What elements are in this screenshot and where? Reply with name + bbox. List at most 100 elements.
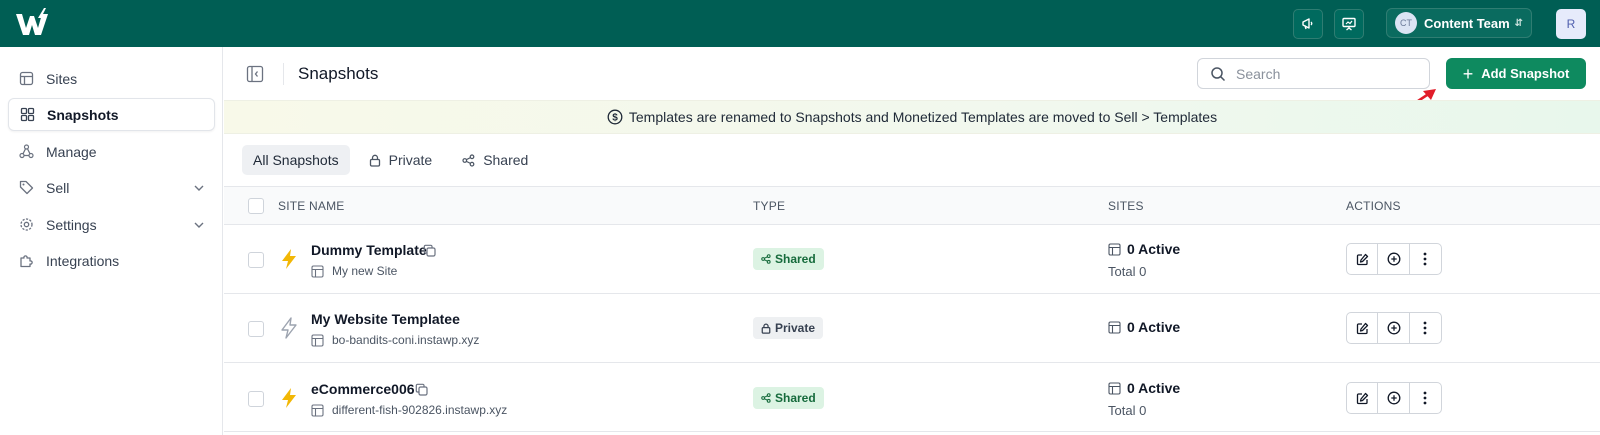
plus-icon: + <box>1462 63 1474 84</box>
snapshot-url: bo-bandits-coni.instawp.xyz <box>311 333 479 347</box>
chevron-down-icon <box>194 185 204 191</box>
add-snapshot-button[interactable]: + Add Snapshot <box>1446 58 1586 89</box>
grid-icon <box>19 107 35 123</box>
edit-icon <box>1356 253 1368 265</box>
tab-all-snapshots[interactable]: All Snapshots <box>242 145 350 175</box>
search-input[interactable] <box>1236 65 1416 82</box>
tab-label: Private <box>388 152 433 168</box>
column-sites: SITES <box>1108 199 1144 213</box>
more-vertical-icon <box>1423 321 1427 335</box>
edit-icon <box>1356 322 1368 334</box>
snapshot-url-text: different-fish-902826.instawp.xyz <box>332 403 508 417</box>
plus-circle-icon <box>1387 391 1400 405</box>
page-title: Snapshots <box>298 64 379 83</box>
sidebar-item-sell[interactable]: Sell <box>8 171 215 204</box>
header-divider <box>283 63 284 85</box>
column-site-name: SITE NAME <box>278 199 345 213</box>
edit-button[interactable] <box>1347 313 1379 343</box>
chevron-down-icon <box>194 222 204 228</box>
copy-icon[interactable] <box>423 244 436 257</box>
edit-button[interactable] <box>1347 244 1379 274</box>
row-actions <box>1346 382 1442 414</box>
layout-icon <box>1108 381 1121 395</box>
sites-active-text: 0 Active <box>1127 319 1181 335</box>
sites-active-text: 0 Active <box>1127 241 1181 257</box>
row-checkbox[interactable] <box>248 391 264 407</box>
create-site-button[interactable] <box>1378 244 1410 274</box>
dollar-circle-icon: $ <box>607 109 623 125</box>
top-bar: CT Content Team ⇵ R <box>0 0 1600 47</box>
team-selector[interactable]: CT Content Team ⇵ <box>1386 8 1532 38</box>
tab-shared[interactable]: Shared <box>451 145 539 175</box>
snapshot-url: My new Site <box>311 264 397 278</box>
copy-icon[interactable] <box>415 383 428 396</box>
bolt-outline-icon <box>281 317 297 339</box>
row-actions <box>1346 243 1442 275</box>
type-badge-shared: Shared <box>753 248 824 270</box>
layout-icon <box>311 333 324 347</box>
announcements-button[interactable] <box>1293 9 1323 39</box>
sites-active: 0 Active <box>1108 319 1180 335</box>
row-checkbox[interactable] <box>248 321 264 337</box>
megaphone-icon <box>1302 18 1313 30</box>
sidebar-collapse-icon[interactable] <box>246 65 264 83</box>
more-options-button[interactable] <box>1410 383 1441 413</box>
search-icon <box>1211 66 1226 81</box>
snapshot-name[interactable]: eCommerce006 <box>311 381 415 397</box>
tab-private[interactable]: Private <box>358 145 444 175</box>
user-avatar[interactable]: R <box>1556 9 1586 39</box>
table-row: eCommerce006 different-fish-902826.insta… <box>224 363 1600 432</box>
info-banner: $ Templates are renamed to Snapshots and… <box>224 100 1600 134</box>
table-row: My Website Templatee bo-bandits-coni.ins… <box>224 294 1600 363</box>
snapshot-name[interactable]: My Website Templatee <box>311 311 460 327</box>
layout-icon <box>311 403 324 417</box>
bolt-filled-icon <box>282 249 296 269</box>
share-icon <box>761 254 771 264</box>
snapshots-table: SITE NAME TYPE SITES ACTIONS Dummy Templ… <box>224 186 1600 432</box>
svg-text:$: $ <box>612 113 618 124</box>
edit-button[interactable] <box>1347 383 1379 413</box>
plus-circle-icon <box>1387 252 1400 266</box>
presentation-button[interactable] <box>1334 9 1364 39</box>
chevron-updown-icon: ⇵ <box>1514 17 1523 29</box>
sidebar-item-sites[interactable]: Sites <box>8 62 215 95</box>
select-all-checkbox[interactable] <box>248 198 264 214</box>
puzzle-icon <box>18 253 34 269</box>
sidebar-item-settings[interactable]: Settings <box>8 208 215 241</box>
sidebar-item-label: Snapshots <box>47 106 119 123</box>
row-checkbox[interactable] <box>248 252 264 268</box>
snapshot-url-text: bo-bandits-coni.instawp.xyz <box>332 333 480 347</box>
instawp-logo-icon[interactable] <box>14 8 52 38</box>
share-icon <box>462 153 475 167</box>
gear-icon <box>18 217 34 233</box>
team-name: Content Team <box>1424 15 1510 31</box>
column-type: TYPE <box>753 199 786 213</box>
table-header: SITE NAME TYPE SITES ACTIONS <box>224 186 1600 225</box>
lock-icon <box>369 154 380 167</box>
more-options-button[interactable] <box>1410 313 1441 343</box>
create-site-button[interactable] <box>1378 313 1410 343</box>
more-options-button[interactable] <box>1410 244 1441 274</box>
share-nodes-icon <box>18 144 34 160</box>
sites-active: 0 Active <box>1108 380 1180 396</box>
sidebar-item-manage[interactable]: Manage <box>8 135 215 168</box>
sites-total: Total 0 <box>1108 264 1147 279</box>
sidebar-item-integrations[interactable]: Integrations <box>8 244 215 277</box>
sidebar-item-label: Settings <box>46 216 97 233</box>
type-label: Private <box>775 321 816 335</box>
type-badge-private: Private <box>753 317 824 339</box>
presentation-icon <box>1342 17 1356 31</box>
layout-icon <box>1108 320 1121 334</box>
snapshot-url: different-fish-902826.instawp.xyz <box>311 403 507 417</box>
sidebar: Sites Snapshots Manage Sell Settings Int… <box>0 47 223 435</box>
layout-icon <box>311 264 324 278</box>
snapshot-name[interactable]: Dummy Template <box>311 242 427 258</box>
tab-label: Shared <box>483 152 529 168</box>
create-site-button[interactable] <box>1378 383 1410 413</box>
snapshot-url-text: My new Site <box>332 264 398 278</box>
plus-circle-icon <box>1387 321 1400 335</box>
sites-total: Total 0 <box>1108 403 1147 418</box>
more-vertical-icon <box>1423 391 1427 405</box>
share-icon <box>761 393 771 403</box>
sidebar-item-snapshots[interactable]: Snapshots <box>8 98 215 131</box>
